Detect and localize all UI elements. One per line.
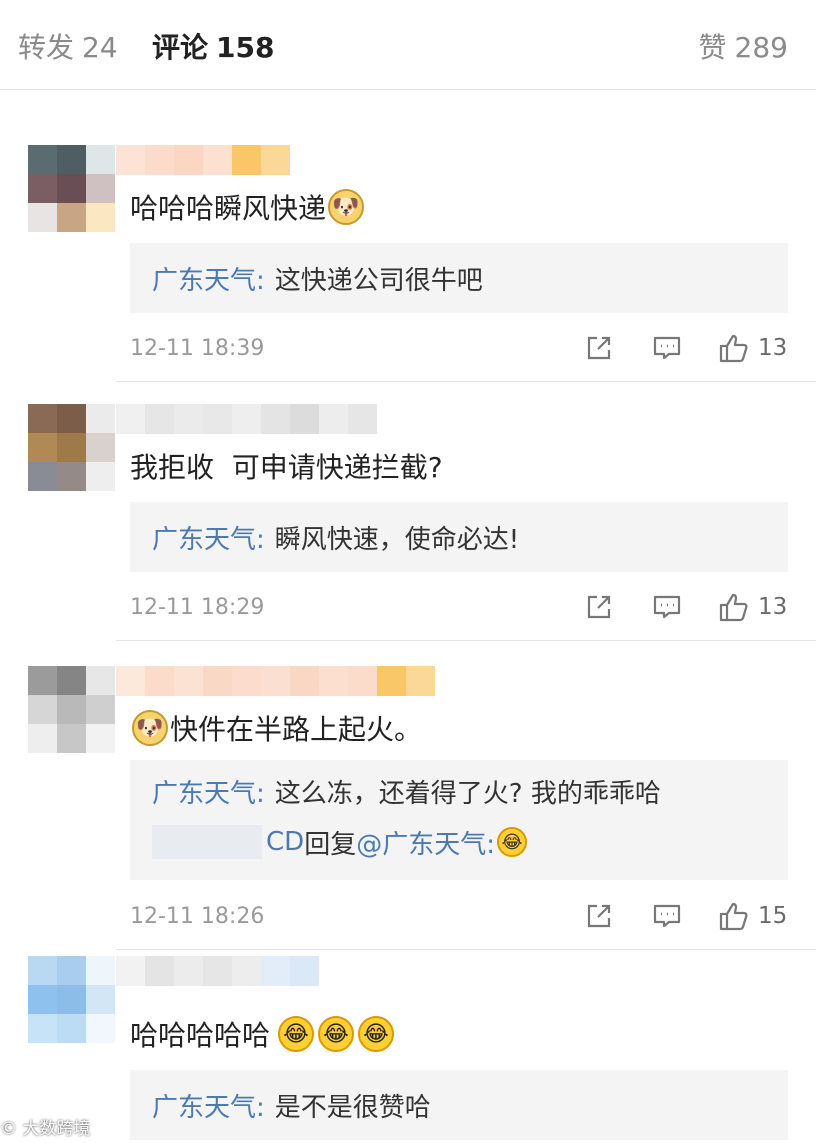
reply-text: 是不是很赞哈	[274, 1092, 431, 1123]
like-button[interactable]: 13	[718, 589, 787, 625]
laughing-emoji-icon: 😂	[496, 827, 527, 857]
divider	[116, 640, 816, 641]
username-blurred[interactable]	[116, 404, 377, 434]
username-blurred[interactable]	[116, 956, 319, 986]
watermark-logo-icon: ©	[0, 1119, 17, 1139]
nested-reply-label: 回复	[304, 829, 357, 860]
comment-icon	[653, 595, 681, 619]
reply-box[interactable]: 广东天气: 瞬风快速，使命必达!	[130, 502, 788, 572]
reply-author[interactable]: 广东天气:	[152, 1087, 265, 1124]
comment-text-content: 我拒收 可申请快递拦截?	[130, 451, 443, 484]
reply-button[interactable]	[652, 898, 682, 934]
tab-repost[interactable]: 转发 24	[18, 26, 118, 66]
tab-repost-count: 24	[82, 31, 118, 64]
reply-author[interactable]: 广东天气:	[152, 260, 265, 297]
comment-icon	[653, 336, 681, 360]
share-icon	[587, 904, 611, 928]
watermark-text: 大数跨境	[22, 1119, 91, 1139]
comment-meta: 12-11 18:39 13	[0, 330, 816, 370]
tab-comment-count: 158	[216, 31, 275, 64]
nested-reply-mention[interactable]: @广东天气:	[356, 824, 495, 861]
watermark: © 大数跨境	[0, 1114, 90, 1139]
like-count: 15	[758, 903, 788, 929]
divider	[116, 949, 816, 950]
username-blurred[interactable]	[116, 666, 435, 696]
comment-time: 12-11 18:39	[130, 336, 265, 361]
laughing-emoji-icon: 😂	[358, 1016, 395, 1052]
like-button[interactable]: 15	[718, 898, 787, 934]
reply-box[interactable]: 广东天气: 这么冻，还着得了火? 我的乖乖哈 CD 回复 @广东天气: 😂	[130, 760, 788, 880]
tab-like[interactable]: 赞 289	[699, 26, 788, 66]
reply-box[interactable]: 广东天气: 这快递公司很牛吧	[130, 243, 788, 313]
reply-author[interactable]: 广东天气:	[152, 519, 265, 556]
share-button[interactable]	[584, 589, 614, 625]
username-blurred[interactable]	[152, 825, 262, 859]
username-blurred[interactable]	[116, 145, 290, 175]
comment-text: 哈哈哈哈哈 😂 😂 😂	[130, 1014, 396, 1054]
like-count: 13	[758, 335, 788, 361]
comment-time: 12-11 18:29	[130, 595, 265, 620]
share-button[interactable]	[584, 898, 614, 934]
comment-text: 哈哈哈瞬风快递 🐶	[130, 187, 366, 227]
doge-emoji-icon: 🐶	[132, 710, 168, 746]
reply-text: 这么冻，还着得了火? 我的乖乖哈	[274, 778, 661, 809]
thumbs-up-icon	[719, 593, 748, 622]
share-button[interactable]	[584, 330, 614, 366]
comment-meta: 12-11 18:29 13	[0, 589, 816, 629]
doge-emoji-icon: 🐶	[328, 189, 365, 225]
avatar[interactable]	[14, 666, 116, 754]
reply-text: 这快递公司很牛吧	[274, 265, 483, 296]
comment-text-content: 哈哈哈哈哈	[130, 1019, 271, 1052]
comment-text: 我拒收 可申请快递拦截?	[130, 446, 443, 486]
comment-text-content: 快件在半路上起火。	[170, 713, 423, 746]
laughing-emoji-icon: 😂	[278, 1016, 315, 1052]
comment-meta: 12-11 18:26 15	[0, 898, 816, 938]
avatar[interactable]	[14, 404, 116, 492]
tab-repost-label: 转发	[18, 31, 75, 64]
share-icon	[587, 595, 611, 619]
reply-box[interactable]: 广东天气: 是不是很赞哈	[130, 1070, 788, 1140]
comment-time: 12-11 18:26	[130, 904, 265, 929]
share-icon	[587, 336, 611, 360]
laughing-emoji-icon: 😂	[318, 1016, 355, 1052]
like-button[interactable]: 13	[718, 330, 787, 366]
thumbs-up-icon	[719, 902, 748, 931]
tab-comment-label: 评论	[152, 31, 209, 64]
comment-text-content: 哈哈哈瞬风快递	[130, 192, 327, 225]
avatar[interactable]	[14, 956, 116, 1044]
reply-author[interactable]: 广东天气:	[152, 773, 265, 810]
avatar[interactable]	[14, 145, 116, 233]
thumbs-up-icon	[719, 334, 748, 363]
tab-like-count: 289	[734, 31, 788, 64]
reply-text: 瞬风快速，使命必达!	[274, 524, 520, 555]
divider	[116, 381, 816, 382]
comment-tabs: 转发 24 评论 158 赞 289	[0, 0, 816, 90]
reply-button[interactable]	[652, 330, 682, 366]
comment-text: 🐶 快件在半路上起火。	[130, 708, 422, 748]
tab-comment[interactable]: 评论 158	[152, 26, 274, 66]
comment-icon	[653, 904, 681, 928]
reply-button[interactable]	[652, 589, 682, 625]
tab-like-label: 赞	[698, 31, 727, 64]
nested-reply-user-suffix[interactable]: CD	[266, 827, 304, 857]
like-count: 13	[758, 594, 788, 620]
